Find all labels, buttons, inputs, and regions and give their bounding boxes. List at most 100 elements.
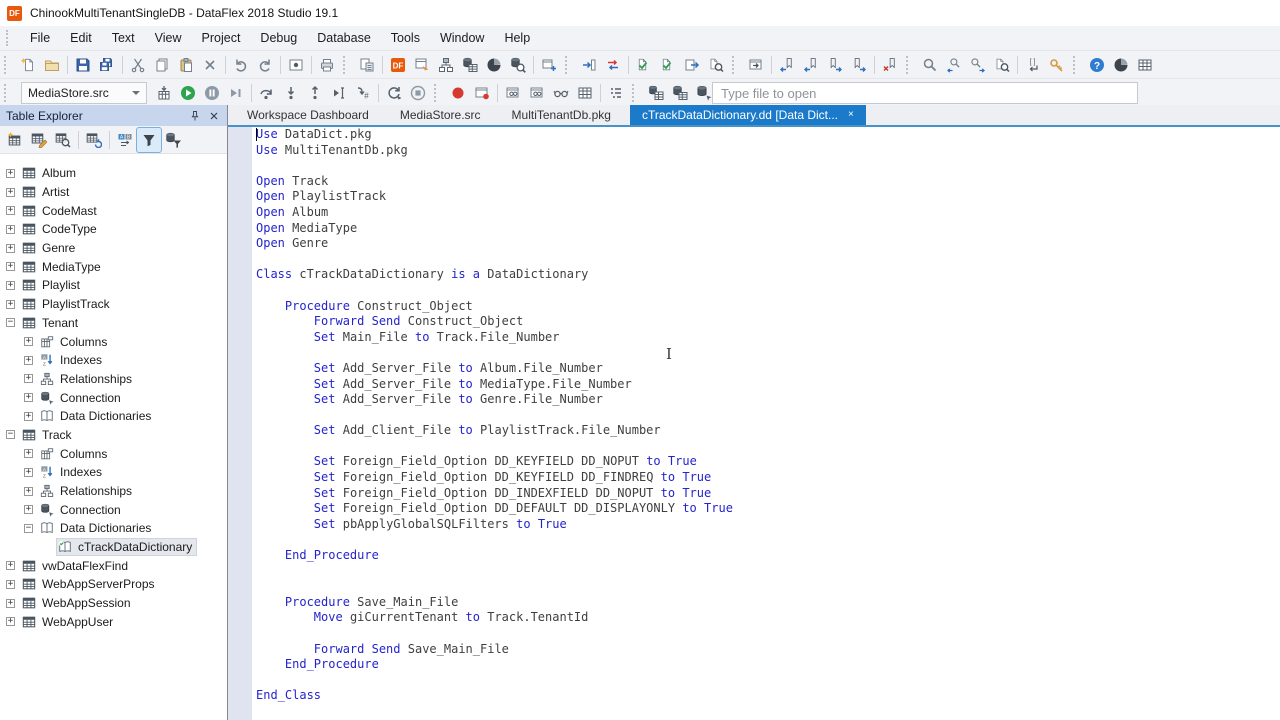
open-file-input[interactable] [712,82,1138,104]
data-explorer-button[interactable] [506,53,530,77]
plus-expander-icon[interactable]: + [24,393,33,402]
plus-expander-icon[interactable]: + [24,505,33,514]
undo-button[interactable] [229,53,253,77]
tree-item-tenant[interactable]: −Tenant [0,314,226,333]
plus-expander-icon[interactable]: + [6,580,15,589]
refresh-tables-button[interactable] [82,128,106,152]
plus-expander-icon[interactable]: + [24,356,33,365]
pin-icon[interactable] [187,108,202,123]
menu-item-window[interactable]: Window [430,26,494,50]
tree-item-album[interactable]: +Album [0,164,226,183]
plus-expander-icon[interactable]: + [6,188,15,197]
close-icon[interactable]: × [848,110,854,120]
new-file-button[interactable] [16,53,40,77]
record-macro-button[interactable] [284,53,308,77]
code-explorer-button[interactable] [1021,53,1045,77]
redo-button[interactable] [253,53,277,77]
autos-window-button[interactable] [573,81,597,105]
stop-debugging-button[interactable] [406,81,430,105]
find-in-files-button[interactable] [990,53,1014,77]
tree-item-data-dictionaries[interactable]: +Data Dictionaries [0,407,226,426]
find-button[interactable] [918,53,942,77]
check-document-button[interactable] [656,53,680,77]
properties-grid-button[interactable] [1133,53,1157,77]
project-selector[interactable]: MediaStore.src [21,82,147,104]
tree-item-playlist[interactable]: +Playlist [0,276,226,295]
minus-expander-icon[interactable]: − [6,430,15,439]
run-step-button[interactable] [224,81,248,105]
minus-expander-icon[interactable]: − [24,524,33,533]
find-symbol-button[interactable] [704,53,728,77]
database-explorer-button[interactable] [668,81,692,105]
plus-expander-icon[interactable]: + [6,225,15,234]
clear-bookmarks-button[interactable] [878,53,902,77]
tree-item-genre[interactable]: +Genre [0,239,226,258]
save-all-button[interactable] [95,53,119,77]
next-bookmark-doc-button[interactable] [847,53,871,77]
filter-tables-button[interactable] [137,128,161,152]
new-table-button[interactable] [3,128,27,152]
breakpoints-window-button[interactable] [470,81,494,105]
close-icon[interactable] [206,108,221,123]
plus-expander-icon[interactable]: + [6,281,15,290]
class-browser-button[interactable] [434,53,458,77]
plus-expander-icon[interactable]: + [6,617,15,626]
dataflex-dashboard-button[interactable] [386,53,410,77]
tree-item-playlisttrack[interactable]: +PlaylistTrack [0,295,226,314]
menu-item-help[interactable]: Help [494,26,540,50]
menu-item-debug[interactable]: Debug [250,26,307,50]
tab-ctrackdatadictionary-dd-data-dict-[interactable]: cTrackDataDictionary.dd [Data Dict...× [630,105,866,125]
step-into-button[interactable] [279,81,303,105]
rename-tables-button[interactable] [113,128,137,152]
plus-expander-icon[interactable]: + [24,337,33,346]
plus-expander-icon[interactable]: + [24,449,33,458]
code-editor[interactable]: Use DataDict.pkgUse MultiTenantDb.pkg Op… [252,127,1280,720]
paste-button[interactable] [174,53,198,77]
save-button[interactable] [71,53,95,77]
tree-item-ctrackdatadictionary[interactable]: cTrackDataDictionary [0,538,226,557]
tab-multitenantdb-pkg[interactable]: MultiTenantDb.pkg [500,105,623,125]
cut-button[interactable] [126,53,150,77]
menu-item-project[interactable]: Project [192,26,251,50]
connection-filter-button[interactable] [161,128,185,152]
run-button[interactable] [176,81,200,105]
export-source-button[interactable] [680,53,704,77]
previous-bookmark-button[interactable] [799,53,823,77]
goto-window-button[interactable] [744,53,768,77]
plus-expander-icon[interactable]: + [6,206,15,215]
tree-item-indexes[interactable]: +Indexes [0,351,226,370]
copy-special-button[interactable] [355,53,379,77]
menu-item-file[interactable]: File [20,26,60,50]
tab-mediastore-src[interactable]: MediaStore.src [388,105,493,125]
tree-item-codemast[interactable]: +CodeMast [0,201,226,220]
find-next-button[interactable] [966,53,990,77]
plus-expander-icon[interactable]: + [24,412,33,421]
inspect-button[interactable] [549,81,573,105]
tree-item-relationships[interactable]: +Relationships [0,370,226,389]
tree-item-webappsession[interactable]: +WebAppSession [0,594,226,613]
toggle-breakpoint-button[interactable] [446,81,470,105]
menu-item-view[interactable]: View [145,26,192,50]
pause-button[interactable] [200,81,224,105]
menu-item-database[interactable]: Database [307,26,381,50]
watches-window-button[interactable] [501,81,525,105]
tree-item-track[interactable]: −Track [0,426,226,445]
plus-expander-icon[interactable]: + [24,487,33,496]
tree-item-columns[interactable]: +Columns [0,332,226,351]
find-previous-button[interactable] [942,53,966,77]
tree-item-indexes[interactable]: +Indexes [0,463,226,482]
tree-item-connection[interactable]: +Connection [0,500,226,519]
database-builder-button[interactable] [458,53,482,77]
menu-item-tools[interactable]: Tools [381,26,430,50]
configure-workspace-button[interactable] [1045,53,1069,77]
plus-expander-icon[interactable]: + [6,262,15,271]
plus-expander-icon[interactable]: + [6,561,15,570]
tree-item-connection[interactable]: +Connection [0,388,226,407]
sync-button[interactable] [601,53,625,77]
edit-table-button[interactable] [27,128,51,152]
plus-expander-icon[interactable]: + [6,300,15,309]
tree-item-vwdataflexfind[interactable]: +vwDataFlexFind [0,556,226,575]
next-bookmark-button[interactable] [823,53,847,77]
open-button[interactable] [40,53,64,77]
menu-item-edit[interactable]: Edit [60,26,102,50]
